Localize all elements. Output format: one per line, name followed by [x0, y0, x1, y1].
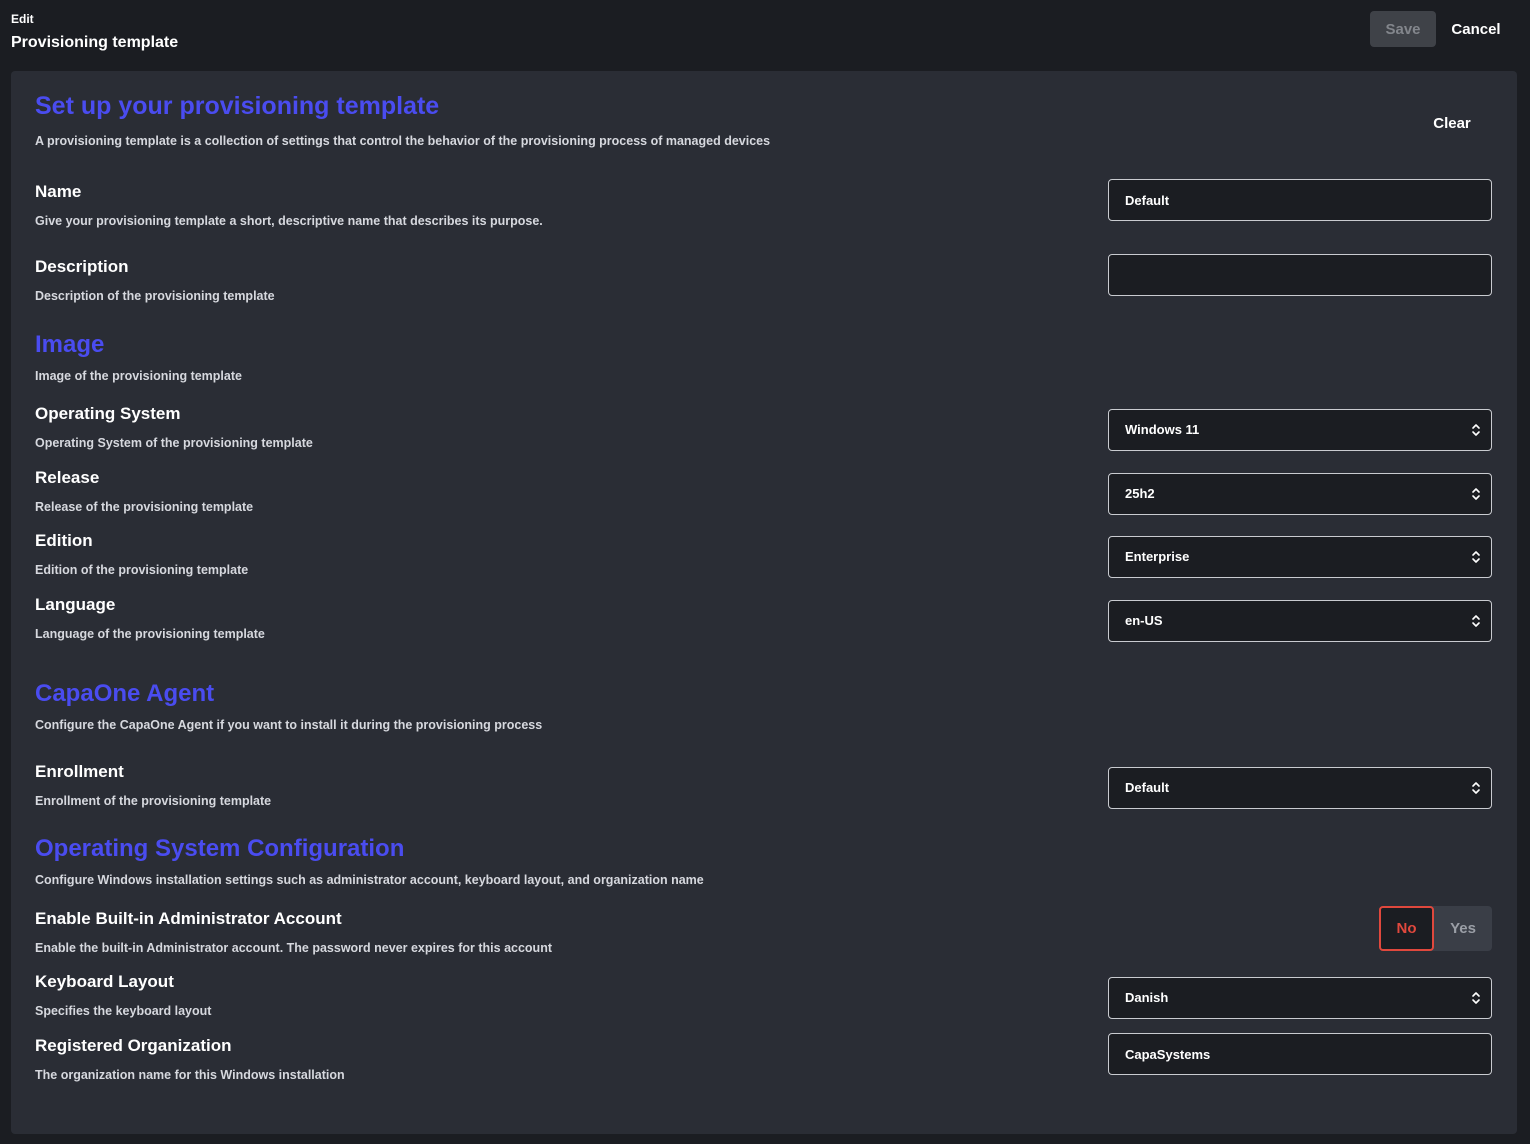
name-label: Name	[35, 182, 82, 201]
language-select[interactable]: en-US	[1108, 600, 1492, 642]
language-label: Language	[35, 595, 116, 614]
operating-system-label: Operating System	[35, 404, 181, 423]
page-title: Provisioning template	[11, 34, 179, 51]
os-config-section-description: Configure Windows installation settings …	[35, 873, 704, 887]
edition-description: Edition of the provisioning template	[35, 563, 249, 577]
chevron-up-down-icon	[1472, 551, 1480, 563]
name-description: Give your provisioning template a short,…	[35, 214, 543, 228]
description-input[interactable]	[1108, 254, 1492, 296]
operating-system-select[interactable]: Windows 11	[1108, 409, 1492, 451]
chevron-up-down-icon	[1472, 992, 1480, 1004]
chevron-up-down-icon	[1472, 488, 1480, 500]
enrollment-value: Default	[1125, 780, 1170, 795]
save-button[interactable]: Save	[1370, 11, 1436, 47]
enrollment-select[interactable]: Default	[1108, 767, 1492, 809]
clear-button[interactable]: Clear	[1424, 111, 1480, 135]
release-label: Release	[35, 468, 100, 487]
operating-system-description: Operating System of the provisioning tem…	[35, 436, 313, 450]
enrollment-description: Enrollment of the provisioning template	[35, 794, 272, 808]
admin-account-description: Enable the built-in Administrator accoun…	[35, 941, 552, 955]
organization-input[interactable]	[1108, 1033, 1492, 1075]
admin-account-toggle: No Yes	[1379, 906, 1492, 951]
chevron-up-down-icon	[1472, 615, 1480, 627]
description-label: Description	[35, 257, 129, 276]
organization-label: Registered Organization	[35, 1036, 232, 1055]
edition-select[interactable]: Enterprise	[1108, 536, 1492, 578]
agent-section-title: CapaOne Agent	[35, 680, 215, 707]
release-select[interactable]: 25h2	[1108, 473, 1492, 515]
keyboard-layout-label: Keyboard Layout	[35, 972, 174, 991]
keyboard-layout-value: Danish	[1125, 990, 1169, 1005]
admin-account-label: Enable Built-in Administrator Account	[35, 909, 342, 928]
os-config-section-title: Operating System Configuration	[35, 835, 405, 862]
cancel-button[interactable]: Cancel	[1440, 11, 1512, 47]
edition-value: Enterprise	[1125, 549, 1190, 564]
image-section-description: Image of the provisioning template	[35, 369, 242, 383]
image-section-title: Image	[35, 331, 105, 358]
setup-description: A provisioning template is a collection …	[35, 134, 771, 148]
operating-system-value: Windows 11	[1125, 422, 1200, 437]
keyboard-layout-select[interactable]: Danish	[1108, 977, 1492, 1019]
release-description: Release of the provisioning template	[35, 500, 254, 514]
toggle-option-no[interactable]: No	[1379, 906, 1434, 951]
enrollment-label: Enrollment	[35, 762, 124, 781]
agent-section-description: Configure the CapaOne Agent if you want …	[35, 718, 543, 732]
description-description: Description of the provisioning template	[35, 289, 275, 303]
organization-description: The organization name for this Windows i…	[35, 1068, 345, 1082]
language-description: Language of the provisioning template	[35, 627, 265, 641]
setup-title: Set up your provisioning template	[35, 92, 440, 120]
top-bar: Edit Provisioning template Save Cancel	[0, 0, 1530, 70]
keyboard-layout-description: Specifies the keyboard layout	[35, 1004, 212, 1018]
language-value: en-US	[1125, 613, 1163, 628]
toggle-option-yes[interactable]: Yes	[1434, 906, 1492, 951]
name-input[interactable]	[1108, 179, 1492, 221]
edition-label: Edition	[35, 531, 93, 550]
template-form-panel: Set up your provisioning template A prov…	[11, 71, 1517, 1134]
chevron-up-down-icon	[1472, 782, 1480, 794]
release-value: 25h2	[1125, 486, 1155, 501]
edit-label: Edit	[11, 12, 34, 26]
chevron-up-down-icon	[1472, 424, 1480, 436]
